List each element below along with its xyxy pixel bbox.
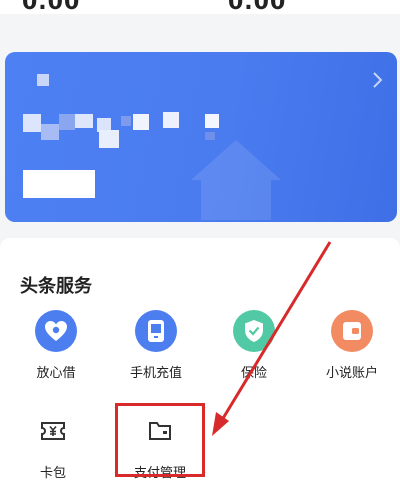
blurred-account-banner[interactable] — [5, 52, 397, 222]
service-label: 放心借 — [36, 366, 76, 381]
chevron-right-icon[interactable] — [371, 70, 385, 90]
heart-coin-icon — [35, 310, 77, 352]
blurred-pixel — [23, 114, 41, 132]
yuan-ticket-icon — [32, 410, 74, 452]
service-fangxinjie[interactable]: 放心借 — [16, 310, 96, 381]
top-strip: 0.00 0.00 — [0, 0, 400, 15]
service-label: 保险 — [240, 366, 267, 381]
blurred-pixel — [99, 130, 119, 148]
wallet-icon — [331, 310, 373, 352]
blurred-pixel — [133, 114, 149, 130]
blurred-pixel — [163, 112, 179, 128]
house-watermark-icon — [191, 140, 281, 220]
top-value-left: 0.00 — [22, 0, 81, 15]
blurred-pixel — [41, 124, 59, 140]
service-label: 卡包 — [39, 466, 66, 481]
shield-check-icon — [233, 310, 275, 352]
phone-recharge-icon — [135, 310, 177, 352]
blurred-pixel — [205, 114, 219, 128]
top-value-right: 0.00 — [228, 0, 287, 15]
service-card-wallet[interactable]: 卡包 — [13, 410, 93, 481]
service-novel-account[interactable]: 小说账户 — [312, 310, 392, 381]
service-insurance[interactable]: 保险 — [214, 310, 294, 381]
blurred-white-block — [23, 170, 95, 198]
annotation-highlight-box — [115, 403, 205, 477]
blurred-pixel — [121, 116, 131, 126]
blurred-pixel — [75, 114, 93, 128]
service-phone-recharge[interactable]: 手机充值 — [116, 310, 196, 381]
service-label: 小说账户 — [325, 366, 378, 381]
service-label: 手机充值 — [129, 366, 182, 381]
blurred-pixel — [59, 114, 75, 130]
section-title: 头条服务 — [20, 276, 92, 297]
blurred-pixel — [37, 74, 49, 86]
